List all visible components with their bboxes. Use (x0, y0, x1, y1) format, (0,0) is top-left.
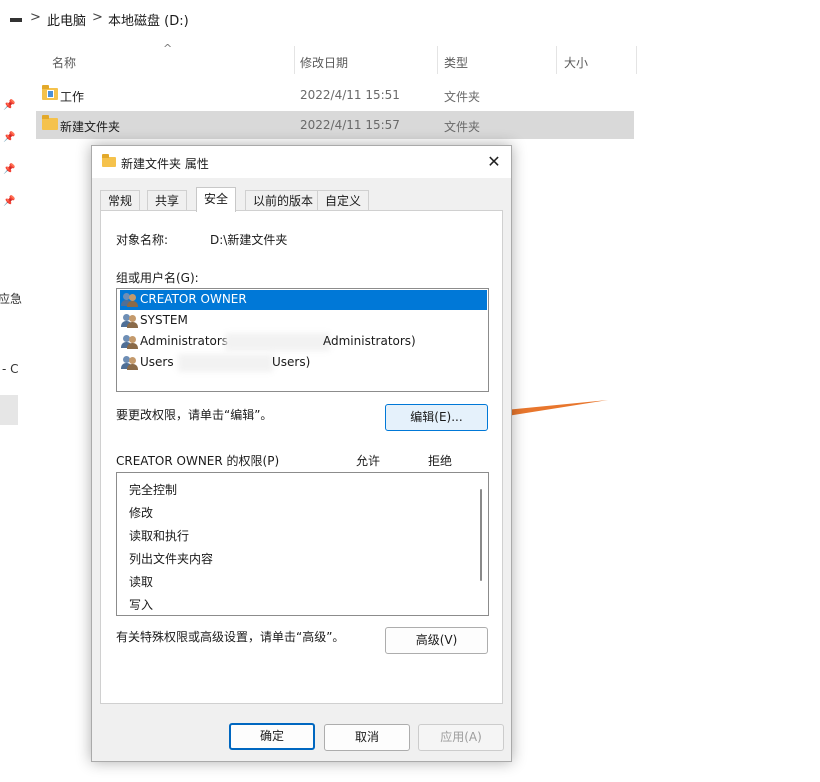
column-divider[interactable] (294, 46, 295, 74)
object-name-label: 对象名称: (116, 233, 169, 247)
file-type: 文件夹 (444, 120, 481, 134)
properties-dialog: 新建文件夹 属性 ✕ 常规 共享 安全 以前的版本 自定义 对象名称: D:\新… (91, 145, 512, 762)
tab-customize[interactable]: 自定义 (317, 190, 370, 211)
dialog-titlebar[interactable]: 新建文件夹 属性 ✕ (92, 146, 511, 178)
allow-column-header: 允许 (356, 454, 381, 468)
redaction-blur (178, 354, 273, 372)
user-name-suffix: Administrators) (323, 334, 416, 348)
permission-row: 完全控制 (129, 483, 178, 497)
file-date: 2022/4/11 15:51 (300, 88, 400, 102)
security-panel: 对象名称: D:\新建文件夹 组或用户名(G): CREATOR OWNER S… (100, 210, 503, 704)
column-header-name[interactable]: 名称 (52, 54, 76, 71)
breadcrumb-this-pc[interactable]: 此电脑 (47, 10, 86, 29)
user-group-icon (121, 335, 139, 349)
folder-icon (42, 85, 58, 100)
sort-ascending-icon: ^ (163, 42, 173, 55)
close-button[interactable]: ✕ (477, 146, 511, 178)
folder-icon (102, 154, 116, 167)
drive-icon (10, 18, 22, 22)
permission-row: 列出文件夹内容 (129, 552, 214, 566)
pin-icon[interactable]: 📌 (3, 164, 15, 175)
user-row-creator-owner[interactable]: CREATOR OWNER (120, 290, 487, 310)
user-row-administrators[interactable]: Administrators Administrators) (120, 332, 487, 352)
user-name: Users (140, 355, 174, 369)
folder-icon (42, 115, 58, 130)
user-group-icon (121, 356, 139, 370)
column-divider[interactable] (437, 46, 438, 74)
tab-sharing[interactable]: 共享 (147, 190, 188, 211)
redaction-blur (225, 333, 330, 351)
file-row-work[interactable]: 工作 2022/4/11 15:51 文件夹 (36, 81, 634, 109)
users-listbox[interactable]: CREATOR OWNER SYSTEM Administrators Admi… (116, 288, 489, 392)
nav-item-fragment[interactable]: 应急 (0, 290, 22, 307)
user-name: CREATOR OWNER (140, 292, 247, 306)
user-name-suffix: Users) (272, 355, 311, 369)
group-users-label: 组或用户名(G): (116, 271, 199, 285)
tab-security[interactable]: 安全 (196, 187, 237, 212)
file-type: 文件夹 (444, 90, 481, 104)
file-name: 工作 (60, 90, 85, 104)
column-divider[interactable] (556, 46, 557, 74)
permission-row: 读取和执行 (129, 529, 190, 543)
column-header-size[interactable]: 大小 (564, 54, 588, 71)
tab-previous-versions[interactable]: 以前的版本 (245, 190, 322, 211)
dialog-title: 新建文件夹 属性 (121, 157, 209, 171)
file-date: 2022/4/11 15:57 (300, 118, 400, 132)
file-name: 新建文件夹 (60, 120, 121, 134)
edit-button[interactable]: 编辑(E)... (385, 404, 488, 431)
column-header-date[interactable]: 修改日期 (300, 54, 348, 71)
edit-hint-text: 要更改权限，请单击“编辑”。 (116, 408, 273, 422)
address-breadcrumb[interactable]: > 此电脑 > 本地磁盘 (D:) (0, 0, 820, 38)
breadcrumb-chevron-icon: > (92, 10, 103, 25)
user-group-icon (121, 314, 139, 328)
apply-button[interactable]: 应用(A) (418, 724, 504, 751)
cancel-button[interactable]: 取消 (324, 724, 410, 751)
user-group-icon (121, 293, 139, 307)
column-header-type[interactable]: 类型 (444, 54, 468, 71)
user-row-users[interactable]: Users Users) (120, 353, 487, 373)
advanced-hint-text: 有关特殊权限或高级设置，请单击“高级”。 (116, 630, 345, 644)
file-row-new-folder[interactable]: 新建文件夹 2022/4/11 15:57 文件夹 (36, 111, 634, 139)
permissions-label: CREATOR OWNER 的权限(P) (116, 454, 280, 468)
permission-row: 修改 (129, 506, 154, 520)
pin-icon[interactable]: 📌 (3, 196, 15, 207)
nav-item-fragment[interactable]: - C (2, 362, 19, 376)
permission-row: 读取 (129, 575, 154, 589)
breadcrumb-local-disk[interactable]: 本地磁盘 (D:) (108, 10, 189, 29)
permissions-scrollbar[interactable] (480, 489, 482, 581)
permissions-list[interactable]: 完全控制 修改 读取和执行 列出文件夹内容 读取 写入 (116, 472, 489, 616)
deny-column-header: 拒绝 (428, 454, 453, 468)
object-name-value: D:\新建文件夹 (210, 233, 288, 247)
user-name: Administrators (140, 334, 229, 348)
tab-general[interactable]: 常规 (100, 190, 141, 211)
pin-icon[interactable]: 📌 (3, 100, 15, 111)
user-row-system[interactable]: SYSTEM (120, 311, 487, 331)
ok-button[interactable]: 确定 (229, 723, 315, 750)
permission-row: 写入 (129, 598, 154, 612)
breadcrumb-chevron-icon: > (30, 10, 41, 25)
pin-icon[interactable]: 📌 (3, 132, 15, 143)
column-divider[interactable] (636, 46, 637, 74)
nav-selected-highlight[interactable] (0, 395, 18, 425)
advanced-button[interactable]: 高级(V) (385, 627, 488, 654)
user-name: SYSTEM (140, 313, 188, 327)
